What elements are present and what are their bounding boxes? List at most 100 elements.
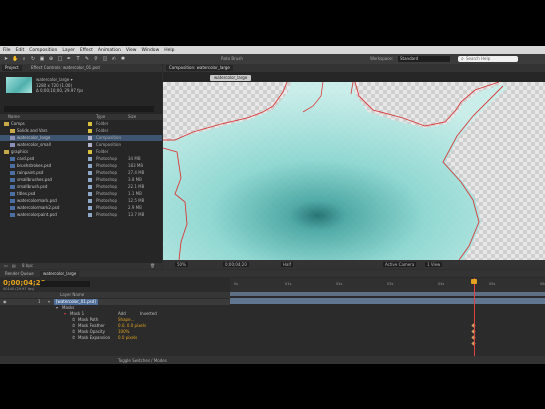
project-item[interactable]: watercolormark.psd Photoshop 12.5 MB xyxy=(0,198,162,204)
ruler-tick-label: 05s xyxy=(489,282,496,286)
menu-animation[interactable]: Animation xyxy=(98,48,121,53)
menu-view[interactable]: View xyxy=(126,48,137,53)
menu-window[interactable]: Window xyxy=(142,48,160,53)
current-time-display[interactable]: 0;00;04;20 xyxy=(223,262,249,267)
menu-effect[interactable]: Effect xyxy=(80,48,93,53)
composition-footer: 50% 0;00;04;20 Half Active Camera 1 View xyxy=(163,260,545,269)
label-color-swatch[interactable] xyxy=(88,206,92,210)
project-item[interactable]: card.psd Photoshop 34 MB xyxy=(0,156,162,162)
label-color-swatch[interactable] xyxy=(88,136,92,140)
project-item-type: Folder xyxy=(96,121,109,126)
tab-timeline-comp[interactable]: watercolor_large xyxy=(40,271,80,277)
project-item[interactable]: watercolor_small Composition xyxy=(0,142,162,148)
label-color-swatch[interactable] xyxy=(88,122,92,126)
label-color-swatch[interactable] xyxy=(88,171,92,175)
project-item[interactable]: Solids and Vars Folder xyxy=(0,128,162,134)
project-item[interactable]: smallbrush.psd Photoshop 22.1 MB xyxy=(0,184,162,190)
tab-effect-controls[interactable]: Effect Controls: watercolor_01.psd xyxy=(28,65,103,71)
ruler-tick-label: 02s xyxy=(336,282,343,286)
label-color-swatch[interactable] xyxy=(88,213,92,217)
project-item[interactable]: brushstrokes.psd Photoshop 183 MB xyxy=(0,163,162,169)
pen-tool-icon[interactable]: ✒ xyxy=(66,56,72,62)
eraser-tool-icon[interactable]: ◫ xyxy=(102,56,108,62)
menu-help[interactable]: Help xyxy=(164,48,174,53)
project-item[interactable]: watercolormark2.psd Photoshop 2.9 MB xyxy=(0,205,162,211)
label-color-swatch[interactable] xyxy=(88,143,92,147)
current-time-indicator-head[interactable] xyxy=(471,279,477,284)
label-color-swatch[interactable] xyxy=(88,199,92,203)
rotate-tool-icon[interactable]: ↻ xyxy=(30,56,36,62)
label-color-swatch[interactable] xyxy=(88,129,92,133)
layer-duration-bar[interactable] xyxy=(230,298,545,304)
work-area-bar[interactable] xyxy=(230,292,545,296)
label-color-swatch[interactable] xyxy=(88,192,92,196)
timeline-row-prop[interactable]: ⏱ Mask Expansion 0.0 pixels xyxy=(0,335,230,341)
project-item-type: Photoshop xyxy=(96,198,118,203)
project-item[interactable]: graphics Folder xyxy=(0,149,162,155)
column-size[interactable]: Size xyxy=(128,114,136,120)
project-item-size: 2.9 MB xyxy=(128,205,142,210)
stopwatch-icon[interactable]: ⏱ xyxy=(72,335,75,341)
zoom-tool-icon[interactable]: ⌕ xyxy=(21,56,27,62)
menu-layer[interactable]: Layer xyxy=(62,48,75,53)
tab-composition[interactable]: Composition: watercolor_large xyxy=(166,65,233,71)
project-item[interactable]: watercolor_large Composition xyxy=(0,135,162,141)
workspace-select[interactable]: Standard xyxy=(398,56,450,62)
timeline-row-name: Mask Expansion xyxy=(78,335,111,340)
comp-navigator-tab[interactable]: watercolor_large xyxy=(210,75,252,81)
column-name[interactable]: Name xyxy=(8,114,20,120)
project-item[interactable]: titles.psd Photoshop 1.1 MB xyxy=(0,191,162,197)
timeline-search-input[interactable] xyxy=(40,281,90,287)
search-help-input[interactable]: Search Help xyxy=(458,56,518,62)
label-color-swatch[interactable] xyxy=(88,185,92,189)
roto-brush-tool-icon[interactable]: ✍ xyxy=(111,56,117,62)
project-item-size: 27.4 MB xyxy=(128,170,145,175)
layer-name-column[interactable]: Layer Name xyxy=(60,292,84,298)
label-color-swatch[interactable] xyxy=(88,178,92,182)
tab-project[interactable]: Project xyxy=(2,65,22,71)
clone-stamp-tool-icon[interactable]: ⚲ xyxy=(93,56,99,62)
magnification-select[interactable]: 50% xyxy=(175,262,188,267)
photoshop-file-icon xyxy=(10,164,15,168)
selection-tool-icon[interactable]: ➤ xyxy=(3,56,9,62)
current-time-indicator[interactable] xyxy=(474,278,475,364)
project-item[interactable]: Comps Folder xyxy=(0,121,162,127)
project-item[interactable]: rainpaint.psd Photoshop 27.4 MB xyxy=(0,170,162,176)
composition-viewer[interactable] xyxy=(162,81,545,261)
menu-file[interactable]: File xyxy=(3,48,11,53)
view-layout-select[interactable]: 1 View xyxy=(425,262,443,267)
project-search-input[interactable] xyxy=(4,106,154,112)
label-color-swatch[interactable] xyxy=(88,150,92,154)
selected-item-name[interactable]: watercolor_large ▾ xyxy=(36,77,73,82)
trash-icon[interactable]: 🗑 xyxy=(150,263,155,269)
new-comp-icon[interactable]: ▤ xyxy=(12,263,16,269)
tab-render-queue[interactable]: Render Queue xyxy=(2,271,37,277)
camera-tool-icon[interactable]: ▣ xyxy=(39,56,45,62)
type-tool-icon[interactable]: T xyxy=(75,56,81,62)
project-item-size: 34 MB xyxy=(128,156,141,161)
project-item[interactable]: smallbrushes.psd Photoshop 3.8 MB xyxy=(0,177,162,183)
project-item-size: 12.5 MB xyxy=(128,198,145,203)
pan-behind-tool-icon[interactable]: ⊕ xyxy=(48,56,54,62)
property-value[interactable]: 0.0 pixels xyxy=(118,335,137,341)
project-item[interactable]: watercolorpaint.psd Photoshop 13.7 MB xyxy=(0,212,162,218)
mask-tool-icon[interactable]: □ xyxy=(57,56,63,62)
project-item-name: Solids and Vars xyxy=(17,128,48,133)
menu-composition[interactable]: Composition xyxy=(29,48,57,53)
menu-edit[interactable]: Edit xyxy=(16,48,25,53)
toggle-switches-modes[interactable]: Toggle Switches / Modes xyxy=(118,358,167,363)
camera-select[interactable]: Active Camera xyxy=(383,262,417,267)
photoshop-file-icon xyxy=(10,171,15,175)
label-color-swatch[interactable] xyxy=(88,164,92,168)
project-item-type: Composition xyxy=(96,135,121,140)
new-folder-icon[interactable]: ▭ xyxy=(4,263,8,269)
bit-depth-label[interactable]: 8 bpc xyxy=(22,263,33,269)
time-ruler[interactable]: 0s 01s 02s 03s 04s 05s 06s xyxy=(230,278,545,292)
puppet-tool-icon[interactable]: ✱ xyxy=(120,56,126,62)
label-color-swatch[interactable] xyxy=(88,157,92,161)
resolution-select[interactable]: Half xyxy=(281,262,293,267)
hand-tool-icon[interactable]: ✋ xyxy=(12,56,18,62)
photoshop-file-icon xyxy=(10,157,15,161)
column-type[interactable]: Type xyxy=(96,114,105,120)
brush-tool-icon[interactable]: ✎ xyxy=(84,56,90,62)
